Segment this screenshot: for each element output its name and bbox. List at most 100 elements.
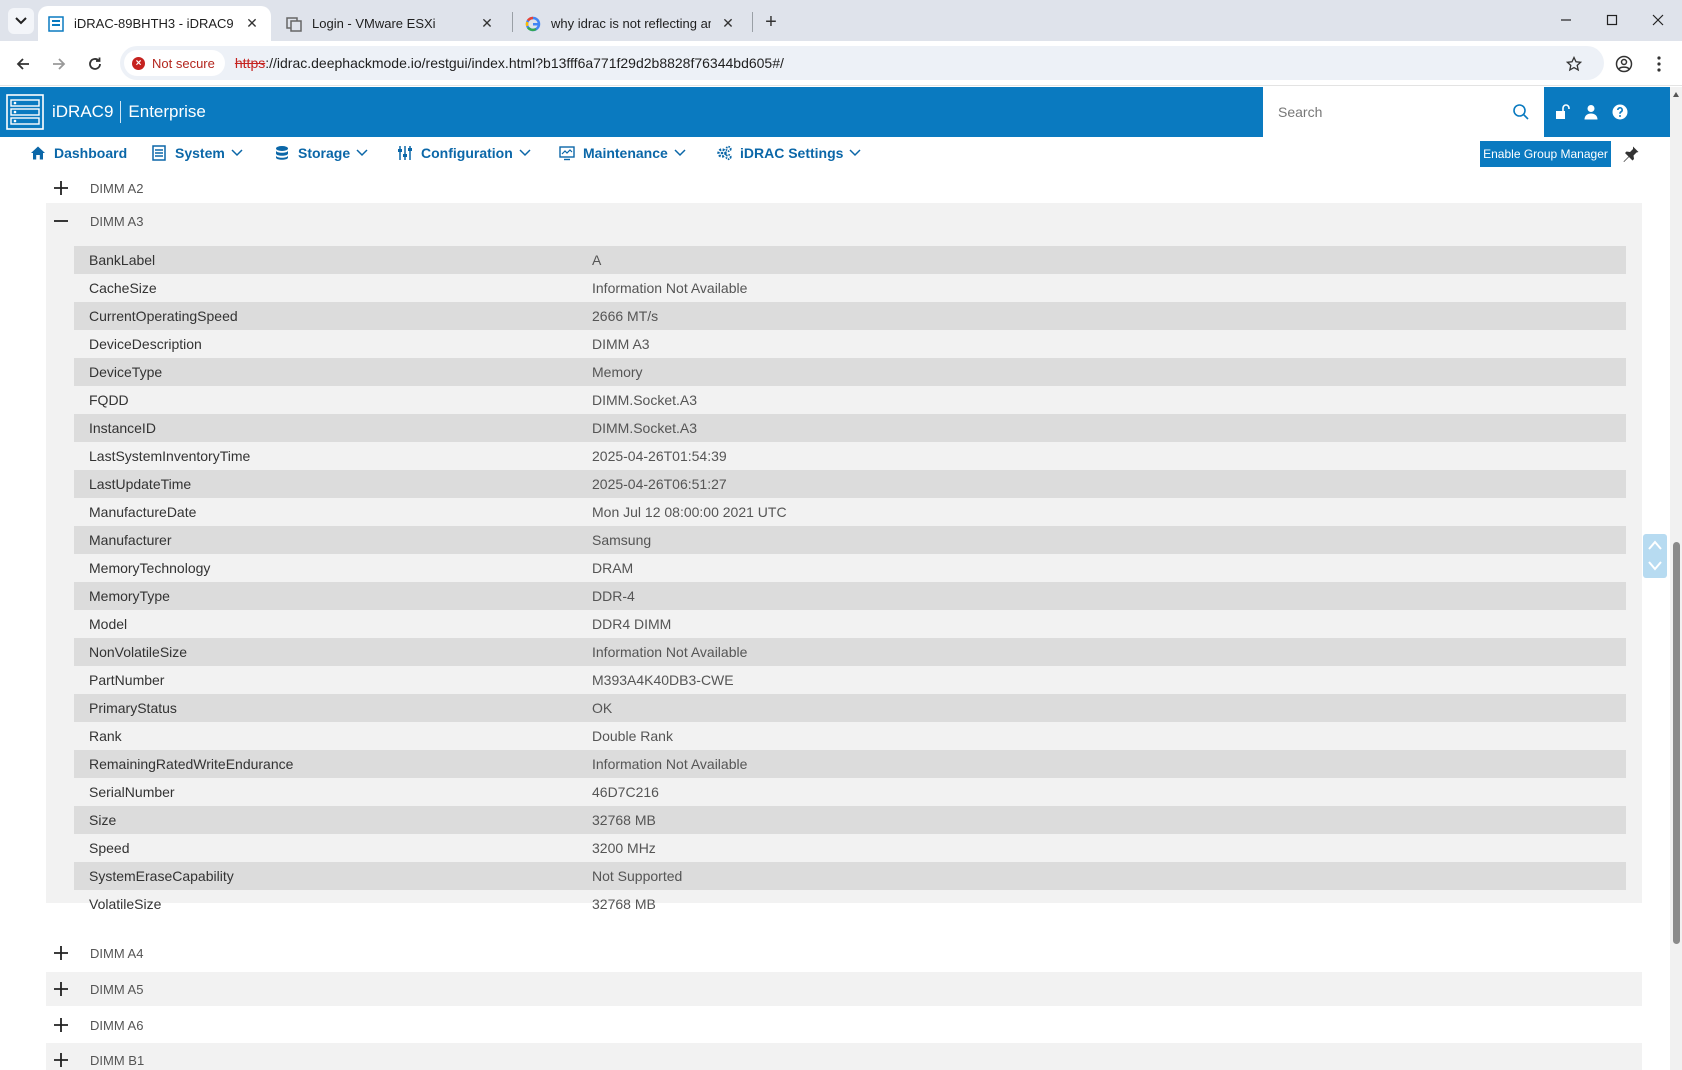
expand-icon[interactable] <box>52 944 70 962</box>
property-row: SystemEraseCapability Not Supported <box>74 862 1626 890</box>
search-input[interactable] <box>1278 104 1508 120</box>
property-name: BankLabel <box>89 252 156 268</box>
dimm-a6-row[interactable]: DIMM A6 <box>46 1008 1642 1042</box>
dimm-b1-row[interactable]: DIMM B1 <box>46 1043 1642 1070</box>
scroll-down-icon[interactable] <box>1648 560 1662 572</box>
property-name: SerialNumber <box>89 784 175 800</box>
enable-group-manager-button[interactable]: Enable Group Manager <box>1480 141 1611 167</box>
close-window-button[interactable] <box>1636 6 1680 34</box>
chevron-down-icon <box>849 149 861 157</box>
chevron-down-icon <box>15 17 27 25</box>
back-button[interactable] <box>9 50 37 78</box>
url-text[interactable]: https://idrac.deephackmode.io/restgui/in… <box>235 55 784 71</box>
dimm-label: DIMM A3 <box>90 213 144 229</box>
page-scroll-helper <box>1643 534 1667 578</box>
property-value: Information Not Available <box>592 756 748 772</box>
menu-dashboard[interactable]: Dashboard <box>30 145 127 161</box>
property-value: DDR4 DIMM <box>592 616 672 632</box>
property-row: NonVolatileSize Information Not Available <box>74 638 1626 666</box>
property-name: PrimaryStatus <box>89 700 177 716</box>
menu-idrac-settings[interactable]: iDRAC Settings <box>716 145 861 161</box>
maximize-button[interactable] <box>1590 6 1634 34</box>
scroll-up-icon[interactable] <box>1648 539 1662 551</box>
property-value: Information Not Available <box>592 280 748 296</box>
tab-search-dropdown-button[interactable] <box>8 8 34 34</box>
property-row: PartNumber M393A4K40DB3-CWE <box>74 666 1626 694</box>
property-value: Samsung <box>592 532 652 548</box>
minimize-button[interactable] <box>1544 6 1588 34</box>
browser-tab-bar: iDRAC-89BHTH3 - iDRAC9 - System ✕ Login … <box>0 0 1682 41</box>
property-row: LastSystemInventoryTime 2025-04-26T01:54:… <box>74 442 1626 470</box>
property-row: InstanceID DIMM.Socket.A3 <box>74 414 1626 442</box>
chevron-down-icon <box>519 149 531 157</box>
profile-button[interactable] <box>1610 50 1638 78</box>
expand-icon[interactable] <box>52 1016 70 1034</box>
property-row: MemoryTechnology DRAM <box>74 554 1626 582</box>
dimm-a4-row[interactable]: DIMM A4 <box>46 936 1642 970</box>
property-row: RemainingRatedWriteEndurance Information … <box>74 750 1626 778</box>
property-name: Size <box>89 812 117 828</box>
menu-configuration[interactable]: Configuration <box>397 145 531 161</box>
browser-menu-button[interactable] <box>1645 50 1673 78</box>
user-button[interactable] <box>1581 102 1601 122</box>
menu-maintenance[interactable]: Maintenance <box>559 145 686 161</box>
collapse-icon[interactable] <box>52 212 70 230</box>
help-button[interactable] <box>1610 102 1630 122</box>
expand-icon[interactable] <box>52 179 70 197</box>
dimm-a5-row[interactable]: DIMM A5 <box>46 972 1642 1006</box>
menu-label: Configuration <box>421 145 513 161</box>
property-value: DIMM.Socket.A3 <box>592 420 698 436</box>
forward-button[interactable] <box>45 50 73 78</box>
property-name: LastSystemInventoryTime <box>89 448 251 464</box>
menu-system[interactable]: System <box>151 145 243 161</box>
property-row: DeviceDescription DIMM A3 <box>74 330 1626 358</box>
warning-icon: × <box>132 56 145 70</box>
minimize-icon <box>1561 19 1571 21</box>
bookmark-star-button[interactable] <box>1560 50 1588 78</box>
property-value: 32768 MB <box>592 812 656 828</box>
menu-storage[interactable]: Storage <box>274 145 368 161</box>
property-name: DeviceDescription <box>89 336 202 352</box>
property-name: NonVolatileSize <box>89 644 188 660</box>
new-tab-button[interactable]: + <box>758 9 784 35</box>
scroll-arrow-up-icon[interactable] <box>1673 92 1679 97</box>
expand-icon[interactable] <box>52 1051 70 1069</box>
search-box <box>1263 87 1544 137</box>
pin-icon[interactable] <box>1622 145 1640 163</box>
tab-google-search[interactable]: why idrac is not reflecting amount ✕ <box>515 6 747 41</box>
search-icon[interactable] <box>1512 103 1530 121</box>
property-row: FQDD DIMM.Socket.A3 <box>74 386 1626 414</box>
property-name: PartNumber <box>89 672 165 688</box>
dimm-label: DIMM A2 <box>90 180 144 196</box>
unlock-button[interactable] <box>1552 102 1572 122</box>
property-row: Rank Double Rank <box>74 722 1626 750</box>
close-tab-icon[interactable]: ✕ <box>478 15 496 33</box>
scrollbar-thumb[interactable] <box>1673 542 1680 944</box>
idrac-header: iDRAC9 Enterprise <box>0 87 1670 137</box>
property-name: RemainingRatedWriteEndurance <box>89 756 294 772</box>
tab-idrac[interactable]: iDRAC-89BHTH3 - iDRAC9 - System ✕ <box>38 6 271 41</box>
property-name: Model <box>89 616 128 632</box>
property-value: 2025-04-26T01:54:39 <box>592 448 727 464</box>
idrac-logo-icon <box>6 94 44 130</box>
monitor-icon <box>559 146 575 161</box>
property-name: ManufactureDate <box>89 504 197 520</box>
security-indicator[interactable]: × Not secure <box>124 50 225 76</box>
property-row: VolatileSize 32768 MB <box>74 890 1626 918</box>
google-favicon-icon <box>525 16 541 31</box>
tab-vmware-esxi[interactable]: Login - VMware ESXi ✕ <box>276 6 506 41</box>
expand-icon[interactable] <box>52 980 70 998</box>
profile-icon <box>1615 55 1633 73</box>
dimm-label: DIMM A4 <box>90 945 144 961</box>
brand[interactable]: iDRAC9 Enterprise <box>6 92 206 132</box>
close-tab-icon[interactable]: ✕ <box>719 15 737 33</box>
property-value: 32768 MB <box>592 896 656 912</box>
property-row: Size 32768 MB <box>74 806 1626 834</box>
page-scrollbar[interactable] <box>1670 87 1682 1070</box>
omnibox[interactable]: × Not secure https://idrac.deephackmode.… <box>120 46 1604 80</box>
dimm-a3-row[interactable]: DIMM A3 <box>46 204 1642 238</box>
chevron-down-icon <box>674 149 686 157</box>
dimm-a2-row[interactable]: DIMM A2 <box>46 173 1642 205</box>
close-tab-icon[interactable]: ✕ <box>243 15 261 33</box>
reload-button[interactable] <box>81 50 109 78</box>
